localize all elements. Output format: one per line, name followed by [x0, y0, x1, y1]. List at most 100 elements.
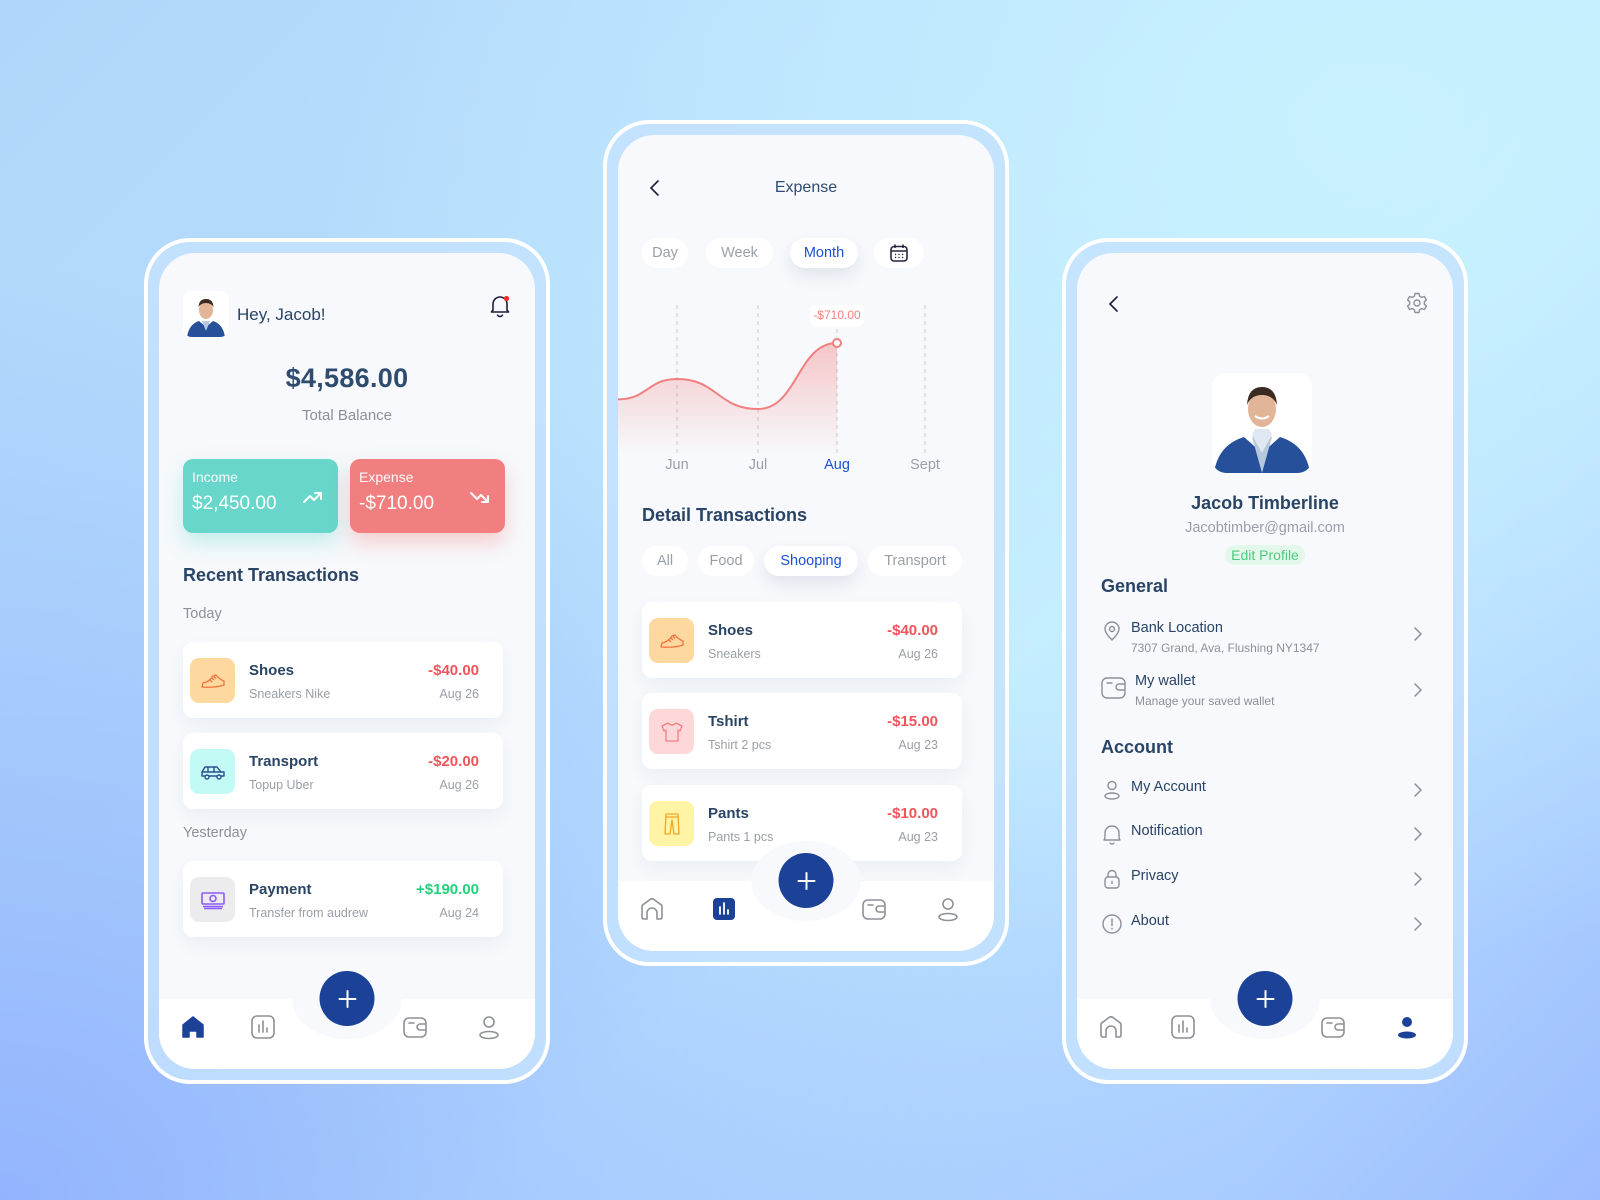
profile-icon[interactable] — [934, 895, 962, 923]
avatar[interactable] — [183, 291, 229, 337]
home-screen: Hey, Jacob! $4,586.00 Total Balance Inco… — [159, 253, 535, 1069]
transaction-name: Shoes — [249, 662, 295, 679]
settings-item-title: About — [1131, 913, 1169, 929]
shoe-icon — [649, 618, 694, 663]
chevron-right-icon — [1414, 872, 1423, 886]
transaction-row[interactable]: Payment Transfer from audrew +$190.00 Au… — [183, 861, 503, 937]
settings-item-notification[interactable]: Notification — [1101, 821, 1429, 861]
chart-x-tick-label[interactable]: Sept — [910, 457, 940, 473]
money-icon — [190, 877, 235, 922]
filter-all[interactable]: All — [642, 546, 688, 576]
page-title: Expense — [774, 179, 838, 196]
income-card[interactable]: Income $2,450.00 — [183, 459, 338, 533]
chart-tooltip-label: -$710.00 — [813, 308, 861, 322]
add-button[interactable] — [1237, 971, 1293, 1026]
settings-item-about[interactable]: About — [1101, 911, 1429, 951]
transaction-name: Tshirt — [708, 713, 749, 730]
expense-phone-frame: Expense Day Week Month -$710.00 Jun Jul Au… — [603, 120, 1009, 966]
transaction-row[interactable]: Transport Topup Uber -$20.00 Aug 26 — [183, 733, 503, 809]
settings-item-desc: Manage your saved wallet — [1135, 694, 1275, 708]
recent-transactions-title: Recent Transactions — [183, 565, 360, 585]
expense-card[interactable]: Expense -$710.00 — [350, 459, 505, 533]
total-balance-value: $4,586.00 — [285, 363, 409, 393]
transaction-date: Aug 23 — [898, 738, 938, 752]
total-balance-label: Total Balance — [301, 407, 393, 424]
chart-x-tick-label[interactable]: Jul — [749, 457, 768, 473]
calendar-icon — [890, 244, 908, 262]
transaction-row[interactable]: Shoes Sneakers -$40.00 Aug 26 — [642, 602, 962, 678]
settings-item-privacy[interactable]: Privacy — [1101, 866, 1429, 906]
tab-week[interactable]: Week — [706, 238, 773, 268]
back-arrow-icon[interactable] — [1103, 293, 1125, 315]
settings-item-desc: 7307 Grand, Ava, Flushing NY1347 — [1131, 641, 1320, 655]
calendar-button[interactable] — [874, 238, 924, 268]
shoe-icon — [190, 658, 235, 703]
wallet-icon[interactable] — [401, 1013, 429, 1041]
transaction-name: Pants — [708, 805, 749, 822]
car-icon — [190, 749, 235, 794]
location-pin-icon — [1104, 621, 1120, 641]
general-section-title: General — [1101, 576, 1169, 596]
chevron-right-icon — [1414, 783, 1423, 797]
transaction-date: Aug 24 — [439, 906, 479, 920]
filter-transport[interactable]: Transport — [868, 546, 962, 576]
settings-item-my-account[interactable]: My Account — [1101, 777, 1429, 817]
transaction-name: Payment — [249, 881, 312, 898]
plus-icon — [1256, 989, 1274, 1008]
transaction-amount: -$40.00 — [428, 662, 479, 679]
settings-item-my-wallet[interactable]: My wallet Manage your saved wallet — [1101, 671, 1429, 711]
plus-icon — [797, 871, 815, 890]
income-label: Income — [192, 469, 238, 485]
chart-tooltip: -$710.00 — [810, 305, 864, 327]
home-phone-frame: Hey, Jacob! $4,586.00 Total Balance Inco… — [144, 238, 550, 1084]
home-icon[interactable] — [179, 1013, 207, 1041]
transaction-desc: Sneakers Nike — [249, 687, 331, 701]
tab-month[interactable]: Month — [790, 238, 858, 268]
chart-x-tick-label[interactable]: Aug — [824, 457, 850, 473]
pants-icon — [649, 801, 694, 846]
bottom-nav — [1077, 959, 1453, 1069]
bottom-nav — [159, 959, 535, 1069]
chevron-right-icon — [1414, 827, 1423, 841]
filter-shopping[interactable]: Shooping — [764, 546, 858, 576]
transaction-date: Aug 26 — [439, 778, 479, 792]
transaction-desc: Pants 1 pcs — [708, 830, 774, 844]
edit-profile-button[interactable]: Edit Profile — [1225, 545, 1305, 565]
filter-food[interactable]: Food — [698, 546, 754, 576]
wallet-icon[interactable] — [860, 895, 888, 923]
profile-email: Jacobtimber@gmail.com — [1185, 520, 1345, 536]
trending-up-icon — [303, 492, 322, 503]
profile-icon[interactable] — [1393, 1013, 1421, 1041]
profile-name: Jacob Timberline — [1191, 493, 1339, 513]
wallet-icon[interactable] — [1319, 1013, 1347, 1041]
home-icon[interactable] — [1097, 1013, 1125, 1041]
trending-down-icon — [470, 492, 489, 503]
stats-icon[interactable] — [710, 895, 738, 923]
expense-chart: -$710.00 — [618, 305, 926, 455]
transaction-amount: -$40.00 — [887, 622, 938, 639]
expense-screen: Expense Day Week Month -$710.00 Jun Jul Au… — [618, 135, 994, 951]
chart-x-tick-label[interactable]: Jun — [665, 457, 688, 473]
tab-day[interactable]: Day — [642, 238, 688, 268]
settings-item-title: Privacy — [1131, 868, 1179, 884]
transaction-row[interactable]: Tshirt Tshirt 2 pcs -$15.00 Aug 23 — [642, 693, 962, 769]
profile-icon[interactable] — [475, 1013, 503, 1041]
notification-bell-icon[interactable] — [487, 293, 513, 319]
profile-photo[interactable] — [1212, 373, 1312, 473]
stats-icon[interactable] — [1169, 1013, 1197, 1041]
account-section-title: Account — [1101, 737, 1173, 757]
greeting: Hey, Jacob! — [237, 305, 326, 324]
stats-icon[interactable] — [249, 1013, 277, 1041]
transaction-row[interactable]: Shoes Sneakers Nike -$40.00 Aug 26 — [183, 642, 503, 718]
settings-item-bank-location[interactable]: Bank Location 7307 Grand, Ava, Flushing … — [1101, 618, 1429, 658]
home-icon[interactable] — [638, 895, 666, 923]
settings-item-title: My Account — [1131, 779, 1206, 795]
settings-gear-icon[interactable] — [1405, 291, 1429, 315]
add-button[interactable] — [778, 853, 834, 908]
tshirt-icon — [649, 709, 694, 754]
chart-highlight-point[interactable] — [832, 338, 842, 348]
chevron-right-icon — [1414, 627, 1423, 641]
settings-item-title: Bank Location — [1131, 620, 1223, 636]
transaction-amount: -$10.00 — [887, 805, 938, 822]
add-button[interactable] — [319, 971, 375, 1026]
